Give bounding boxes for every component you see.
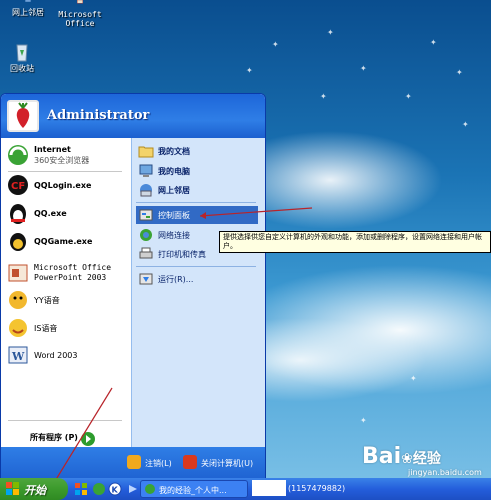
quick-launch-star-icon[interactable] <box>92 482 106 496</box>
start-label: 开始 <box>24 484 46 497</box>
windows-flag-icon <box>6 482 19 495</box>
taskbar-item-qq[interactable]: (1157479882) <box>286 480 366 498</box>
taskbar-item-label: (1157479882) <box>288 484 346 493</box>
redacted-area <box>252 480 286 496</box>
svg-text:K: K <box>112 486 119 495</box>
quick-launch-windows-icon[interactable] <box>74 482 88 496</box>
taskbar-item-browser[interactable]: 我的经验_个人中... <box>140 480 248 498</box>
arrowhead-icon <box>200 212 206 219</box>
quick-launch-k-icon[interactable]: K <box>108 482 122 496</box>
taskbar-item-label: 我的经验_个人中... <box>159 486 227 495</box>
quick-launch-arrow-icon[interactable] <box>126 482 140 496</box>
annotation-arrow <box>51 387 113 487</box>
control-panel-tooltip: 提供选择供您自定义计算机的外观和功能，添加或删除程序，设置网络连接和用户帐户。 <box>219 231 491 253</box>
start-button[interactable]: 开始 <box>0 478 68 500</box>
taskbar: 开始 K 我的经验_个人中... (1157479882) <box>0 478 491 500</box>
browser-360-icon <box>145 484 155 494</box>
annotation-arrow <box>199 207 313 217</box>
